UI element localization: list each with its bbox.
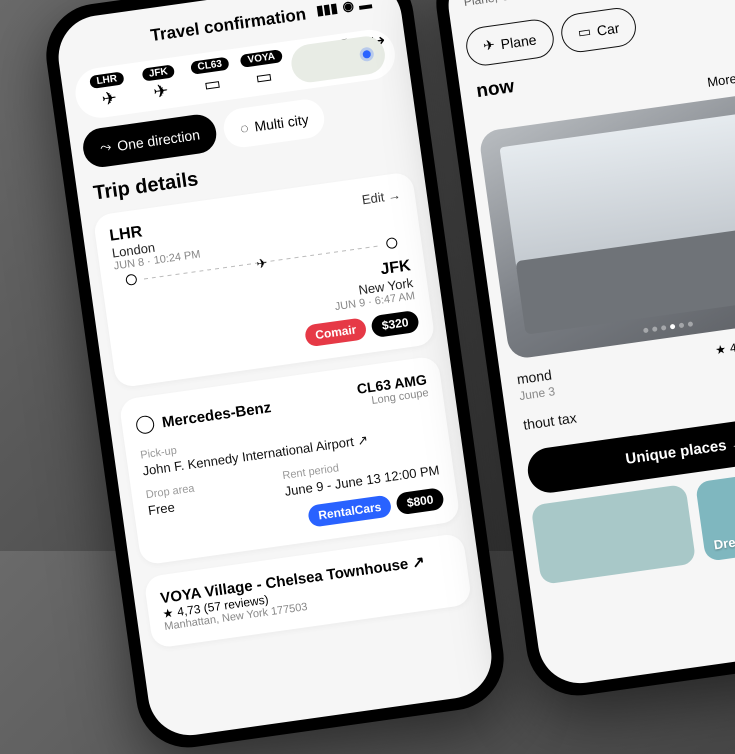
- one-direction-button[interactable]: ⤳ One direction: [81, 112, 220, 169]
- bed-icon: ▭: [254, 66, 274, 89]
- plane-icon: ✈: [482, 36, 496, 54]
- mercedes-logo-icon: [135, 415, 155, 435]
- route-stop-car[interactable]: CL63 ▭: [186, 56, 237, 98]
- mini-map[interactable]: [289, 34, 387, 85]
- multi-city-icon: ◌: [239, 119, 249, 136]
- flight-price: $320: [371, 310, 420, 338]
- listing-rating: ★ 4,88 (370 reviews): [714, 328, 735, 358]
- plane-arrival-icon: ✈: [152, 80, 170, 103]
- car-icon: ▭: [577, 23, 592, 42]
- edit-flight-link[interactable]: Edit →: [361, 187, 402, 207]
- flight-card[interactable]: LHR London JUN 8 · 10:24 PM Edit → ✈ JFK…: [93, 171, 436, 388]
- airline-badge: Comair: [304, 317, 368, 347]
- listing-date-fragment: June 3: [518, 384, 556, 403]
- car-price: $800: [395, 487, 444, 515]
- filter-plane-button[interactable]: ✈ Plane: [464, 17, 556, 68]
- route-icon: ⤳: [99, 138, 112, 156]
- screen-left: Travel confirmation ▮▮▮ ◉ ▬ ↻ ↪ LHR ✈ JF…: [53, 0, 497, 741]
- collection-tile-a[interactable]: [531, 484, 697, 585]
- car-card[interactable]: Mercedes-Benz CL63 AMG Long coupe Pick-u…: [118, 355, 460, 565]
- rental-provider-badge: RentalCars: [307, 494, 393, 527]
- multi-city-button[interactable]: ◌ Multi city: [222, 97, 327, 150]
- phone-left: Travel confirmation ▮▮▮ ◉ ▬ ↻ ↪ LHR ✈ JF…: [40, 0, 511, 754]
- route-stop-jfk[interactable]: JFK ✈: [135, 63, 186, 105]
- carousel-dots[interactable]: [643, 321, 693, 333]
- route-stop-hotel[interactable]: VOYA ▭: [238, 49, 289, 91]
- car-brand: Mercedes-Benz: [161, 399, 272, 431]
- plane-icon: ✈: [255, 255, 268, 272]
- tax-text-fragment: thout tax: [522, 409, 577, 432]
- collection-tile-b[interactable]: Dream: [695, 461, 735, 562]
- star-icon: ★: [714, 342, 727, 357]
- listing-photo[interactable]: [478, 88, 735, 361]
- car-icon: ▭: [203, 73, 223, 96]
- route-stop-lhr[interactable]: LHR ✈: [83, 71, 134, 113]
- filter-car-button[interactable]: ▭ Car: [558, 5, 638, 54]
- plane-departure-icon: ✈: [101, 88, 119, 111]
